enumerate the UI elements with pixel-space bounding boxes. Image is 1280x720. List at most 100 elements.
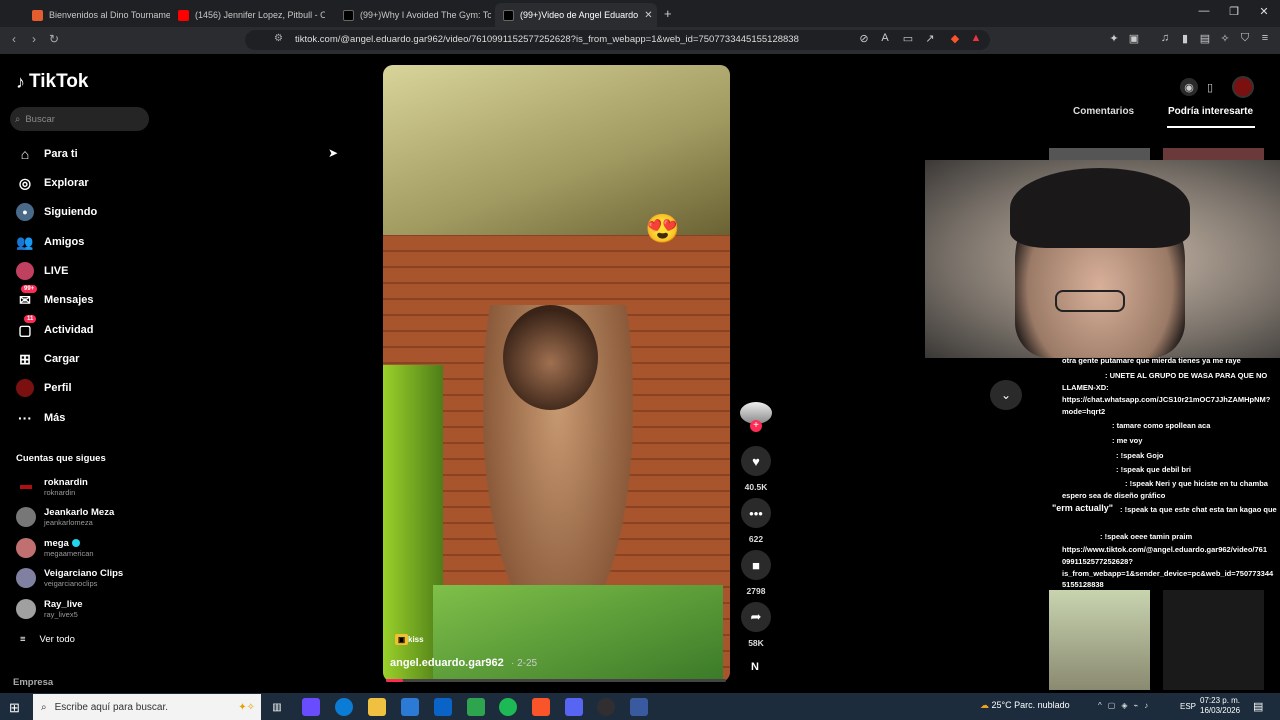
taskbar-search-input[interactable]: ⌕ Escribe aquí para buscar. ✦✧ — [33, 694, 261, 720]
close-window-icon[interactable]: ✕ — [1254, 5, 1274, 18]
mouse-cursor-icon: ➤ — [328, 146, 339, 160]
device-icon[interactable]: ▯ — [1201, 78, 1219, 96]
more-icon: ··· — [18, 410, 32, 426]
tiktok-logo[interactable]: ♪ TikTok — [16, 71, 88, 93]
nav-label: Amigos — [44, 236, 85, 248]
back-icon[interactable]: ‹ — [6, 32, 22, 46]
tab-youtube[interactable]: (1456) Jennifer Lopez, Pitbull - O — [170, 3, 325, 27]
tabs-icon[interactable]: ▤ — [1197, 32, 1213, 45]
restore-icon[interactable]: ❐ — [1224, 5, 1244, 18]
new-tab-icon[interactable]: + — [664, 6, 672, 21]
chat-line: : !speak Neri y que hiciste en tu chamba — [1125, 479, 1268, 488]
language-indicator[interactable]: ESP — [1180, 702, 1196, 711]
chat-line: https://chat.whatsapp.com/JCS10r21mOC7JJ… — [1062, 395, 1271, 404]
clock[interactable]: 07:23 p. m. 16/03/2026 — [1200, 696, 1240, 716]
following-account-veigarciano[interactable]: Veigarciano Clips veigarcianoclips — [16, 566, 123, 590]
video-player[interactable]: 😍 — [383, 65, 730, 682]
webcam-overlay — [1010, 168, 1190, 248]
vpn-icon[interactable]: ⛉ — [1237, 32, 1253, 45]
sidebar-item-live[interactable]: LIVE — [16, 261, 68, 281]
system-tray-icons[interactable]: ^▢◈⌁♪ — [1098, 701, 1154, 710]
like-button[interactable]: ♥ 40.5K — [740, 446, 772, 492]
tab-gym[interactable]: (99+)Why I Avoided The Gym: Top 5 — [335, 3, 491, 27]
following-account-ray-live[interactable]: Ray_live ray_livex5 — [16, 597, 83, 621]
following-account-jeankarlo[interactable]: Jeankarlo Meza jeankarlomeza — [16, 505, 114, 529]
search-input[interactable]: ⌕ Buscar — [10, 107, 149, 131]
windows-start-icon[interactable]: ⊞ — [9, 700, 20, 716]
following-section-title: Cuentas que sigues — [16, 453, 106, 464]
creator-avatar-button[interactable]: + — [740, 402, 772, 432]
task-view-icon[interactable]: ▥ — [268, 698, 286, 716]
suggested-video-thumbnail[interactable] — [1163, 590, 1264, 690]
comment-button[interactable]: ••• 622 — [740, 498, 772, 544]
translate-icon[interactable]: A — [877, 32, 893, 44]
copilot-icon[interactable] — [302, 698, 320, 716]
discord-icon[interactable] — [565, 698, 583, 716]
sidebar-icon[interactable]: ▮ — [1177, 32, 1193, 45]
file-explorer-icon[interactable] — [368, 698, 386, 716]
following-account-mega[interactable]: mega megaamerican — [16, 536, 94, 560]
sidebar-item-perfil[interactable]: Perfil — [16, 378, 72, 398]
follow-plus-icon[interactable]: + — [750, 420, 762, 432]
nav-label: Explorar — [44, 177, 89, 189]
weather-widget[interactable]: ☁ 25°C Parc. nublado — [980, 700, 1070, 711]
user-avatar[interactable] — [1232, 76, 1254, 98]
coin-icon[interactable]: ◉ — [1180, 78, 1198, 96]
wallet-icon[interactable]: ▣ — [1126, 32, 1142, 45]
extensions-icon[interactable]: ✦ — [1106, 32, 1122, 45]
scroll-down-button[interactable]: ⌄ — [990, 380, 1022, 410]
comment-count: 622 — [748, 534, 764, 544]
tracking-icon[interactable]: ⊘ — [856, 32, 872, 45]
url-text[interactable]: tiktok.com/@angel.eduardo.gar962/video/7… — [295, 34, 799, 45]
chat-line: https://www.tiktok.com/@angel.eduardo.ga… — [1062, 545, 1268, 554]
sidebar-item-mas[interactable]: ··· Más — [16, 408, 65, 428]
right-panel-tabs: Comentarios Podría interesarte — [1048, 106, 1263, 128]
video-progress-bar[interactable] — [386, 679, 726, 682]
minimize-icon[interactable]: — — [1194, 5, 1214, 17]
brave-rewards-icon[interactable]: ▲ — [968, 32, 984, 44]
site-settings-icon[interactable]: ⚙ — [274, 33, 283, 44]
store-icon[interactable] — [401, 698, 419, 716]
obs-icon[interactable] — [597, 698, 615, 716]
sound-disc-icon[interactable]: N — [751, 661, 759, 673]
nav-label: LIVE — [44, 265, 69, 277]
leo-icon[interactable]: ✧ — [1217, 32, 1233, 45]
tab-comentarios[interactable]: Comentarios — [1073, 106, 1134, 117]
tab-dino[interactable]: Bienvenidos al Dino Tournament — [24, 3, 170, 27]
save-button[interactable]: ■ 2798 — [740, 550, 772, 596]
sidebar-item-amigos[interactable]: 👥 Amigos — [16, 232, 84, 252]
tab-label: Bienvenidos al Dino Tournament — [49, 10, 170, 20]
cast-icon[interactable]: ▭ — [900, 32, 916, 45]
sidebar-item-actividad[interactable]: ▢ 11 Actividad — [16, 315, 94, 340]
sidebar-item-cargar[interactable]: ⊞ Cargar — [16, 349, 79, 369]
following-account-roknardin[interactable]: roknardin roknardin — [16, 475, 88, 499]
brave-shield-icon[interactable]: ◆ — [947, 32, 963, 45]
edge-icon[interactable] — [335, 698, 353, 716]
chat-line: : me voy — [1112, 436, 1143, 445]
menu-icon[interactable]: ≡ — [1257, 32, 1273, 44]
sidebar-item-explorar[interactable]: ◎ Explorar — [16, 173, 89, 193]
brave-icon[interactable] — [532, 698, 550, 716]
spotify-icon[interactable] — [499, 698, 517, 716]
share-button[interactable]: ➦ 58K — [740, 602, 772, 648]
footer-company-link[interactable]: Empresa — [13, 677, 53, 688]
media-icon[interactable]: ♫ — [1157, 32, 1173, 44]
chat-line: : !speak que debil bri — [1116, 465, 1192, 474]
app-icon[interactable] — [630, 698, 648, 716]
tab-podria-interesarte[interactable]: Podría interesarte — [1168, 106, 1253, 117]
outlook-icon[interactable] — [434, 698, 452, 716]
minecraft-icon[interactable] — [467, 698, 485, 716]
profile-icon — [16, 379, 34, 397]
close-tab-icon[interactable]: ✕ — [644, 10, 652, 21]
tab-angel-video[interactable]: (99+)Video de Angel Eduardo ✕ — [495, 3, 657, 27]
sidebar-item-para-ti[interactable]: ⌂ Para ti — [16, 144, 78, 164]
video-author[interactable]: angel.eduardo.gar962 — [390, 657, 504, 669]
sidebar-item-mensajes[interactable]: ✉ 99+ Mensajes — [16, 285, 94, 310]
forward-icon[interactable]: › — [26, 32, 42, 46]
sidebar-item-siguiendo[interactable]: ● Siguiendo — [16, 202, 97, 222]
share-icon[interactable]: ↗ — [922, 32, 938, 45]
suggested-video-thumbnail[interactable] — [1049, 590, 1150, 690]
see-all-button[interactable]: ≡ Ver todo — [20, 634, 75, 645]
reload-icon[interactable]: ↻ — [46, 32, 62, 46]
notifications-icon[interactable]: ▤ — [1253, 700, 1263, 713]
